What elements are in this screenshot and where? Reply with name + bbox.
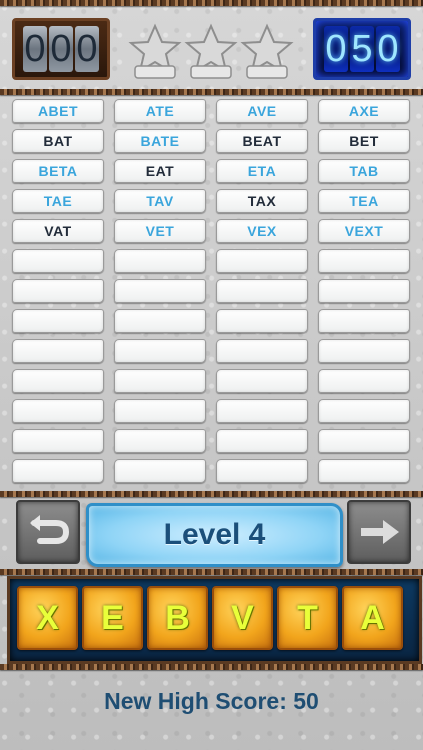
found-word-slot: TAV [114, 189, 206, 213]
empty-word-slot [216, 429, 308, 453]
empty-word-slot [12, 309, 104, 333]
empty-word-slot [318, 249, 410, 273]
empty-word-slot [12, 429, 104, 453]
left-digit: 0 [23, 26, 47, 72]
empty-word-slot [318, 279, 410, 303]
found-word-slot: EAT [114, 159, 206, 183]
empty-word-slot [318, 309, 410, 333]
right-score-counter: 0 5 0 [313, 18, 411, 80]
found-word-slot: BETA [12, 159, 104, 183]
letter-tile[interactable]: X [17, 586, 78, 650]
header-rope-divider [0, 89, 423, 95]
empty-word-slot [114, 249, 206, 273]
high-score-text: New High Score: 50 [104, 688, 319, 714]
empty-word-slot [114, 459, 206, 483]
letter-tile[interactable]: A [342, 586, 403, 650]
found-word-slot: ABET [12, 99, 104, 123]
empty-word-slot [12, 249, 104, 273]
star-icon [128, 23, 182, 79]
right-digit: 5 [350, 26, 374, 72]
found-word-slot: BAT [12, 129, 104, 153]
empty-word-slot [318, 429, 410, 453]
letter-tile[interactable]: B [147, 586, 208, 650]
found-word-slot: ATE [114, 99, 206, 123]
tray-rope-divider [0, 664, 423, 670]
word-grid: ABET ATE AVE AXE BAT BATE BEAT BET BETA EAT ETA TAB… [12, 99, 410, 487]
empty-word-slot [216, 249, 308, 273]
controls-rope-divider [0, 569, 423, 575]
found-word-slot: BET [318, 129, 410, 153]
level-banner: Level 4 [86, 503, 343, 567]
grid-rope-divider [0, 491, 423, 497]
empty-word-slot [318, 369, 410, 393]
empty-word-slot [12, 339, 104, 363]
found-word-slot: AXE [318, 99, 410, 123]
letter-tile[interactable]: V [212, 586, 273, 650]
found-word-slot: ETA [216, 159, 308, 183]
found-word-slot: BATE [114, 129, 206, 153]
empty-word-slot [114, 429, 206, 453]
found-word-slot: TAX [216, 189, 308, 213]
found-word-slot: VET [114, 219, 206, 243]
level-label: Level 4 [163, 518, 266, 551]
right-arrow-icon [361, 520, 399, 544]
empty-word-slot [216, 339, 308, 363]
found-word-slot: AVE [216, 99, 308, 123]
empty-word-slot [318, 459, 410, 483]
empty-word-slot [216, 369, 308, 393]
empty-word-slot [216, 279, 308, 303]
star-icon [240, 23, 294, 79]
curved-arrow-icon [30, 515, 70, 544]
letter-tile[interactable]: E [82, 586, 143, 650]
found-word-slot: VAT [12, 219, 104, 243]
right-digit: 0 [324, 26, 348, 72]
empty-word-slot [318, 339, 410, 363]
found-word-slot: VEXT [318, 219, 410, 243]
empty-word-slot [114, 279, 206, 303]
empty-word-slot [12, 369, 104, 393]
empty-word-slot [216, 399, 308, 423]
empty-word-slot [216, 309, 308, 333]
empty-word-slot [114, 369, 206, 393]
star-icon [184, 23, 238, 79]
left-digit: 0 [49, 26, 73, 72]
empty-word-slot [12, 399, 104, 423]
letter-tray: XEBVTA [7, 576, 422, 664]
found-word-slot: TAE [12, 189, 104, 213]
empty-word-slot [114, 309, 206, 333]
empty-word-slot [114, 399, 206, 423]
empty-word-slot [114, 339, 206, 363]
found-word-slot: VEX [216, 219, 308, 243]
found-word-slot: TEA [318, 189, 410, 213]
empty-word-slot [216, 459, 308, 483]
empty-word-slot [12, 279, 104, 303]
empty-word-slot [12, 459, 104, 483]
letter-tile[interactable]: T [277, 586, 338, 650]
found-word-slot: TAB [318, 159, 410, 183]
back-button[interactable] [16, 500, 80, 564]
next-button[interactable] [347, 500, 411, 564]
right-digit: 0 [376, 26, 400, 72]
left-digit: 0 [75, 26, 99, 72]
left-score-counter: 0 0 0 [12, 18, 110, 80]
empty-word-slot [318, 399, 410, 423]
top-rope-divider [0, 0, 423, 6]
found-word-slot: BEAT [216, 129, 308, 153]
